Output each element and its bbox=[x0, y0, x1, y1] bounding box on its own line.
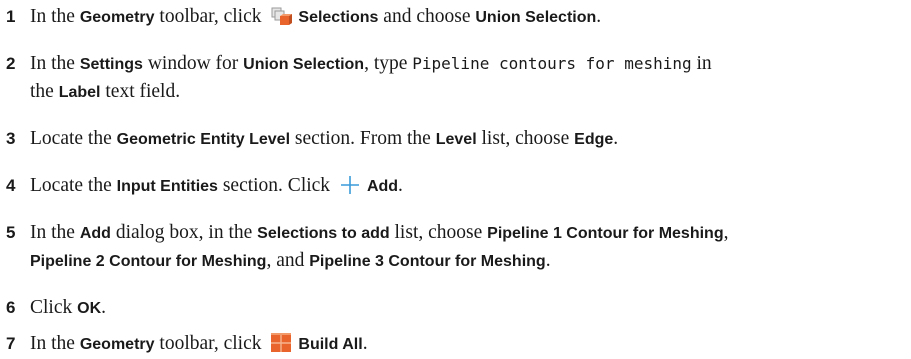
ui-term: Geometric Entity Level bbox=[116, 131, 291, 148]
ui-term: Label bbox=[58, 84, 101, 101]
step-text: In the Geometry toolbar, click Selection… bbox=[30, 6, 601, 32]
step-number: 5 bbox=[6, 223, 16, 242]
step-text: Locate the Geometric Entity Level sectio… bbox=[30, 128, 619, 149]
step-text: In the Settings window for Union Selecti… bbox=[30, 53, 712, 74]
ui-term: Selections bbox=[298, 9, 379, 26]
ui-term: Pipeline 2 Contour for Meshing bbox=[30, 253, 267, 270]
step-number: 1 bbox=[6, 7, 16, 26]
step-number: 4 bbox=[6, 176, 16, 195]
ui-term: Add bbox=[79, 225, 111, 242]
step-text: Locate the Input Entities section. Click… bbox=[30, 175, 403, 201]
step-number: 3 bbox=[6, 129, 16, 148]
typed-text: Pipeline contours for meshing bbox=[412, 54, 692, 73]
ui-term: Geometry bbox=[79, 9, 155, 26]
ui-term: Geometry bbox=[79, 336, 155, 353]
instruction-steps: 1 In the Geometry toolbar, click Selecti… bbox=[0, 0, 911, 358]
step-text: In the Geometry toolbar, click Build All… bbox=[30, 333, 368, 359]
ui-term: Union Selection bbox=[475, 9, 597, 26]
ui-term: Add bbox=[366, 178, 399, 195]
step-text: the Label text field. bbox=[30, 81, 181, 102]
build-all-icon bbox=[270, 333, 292, 359]
ui-term: Build All bbox=[298, 336, 363, 353]
ui-term: Settings bbox=[79, 56, 143, 73]
ui-term: Input Entities bbox=[116, 178, 218, 195]
step-number: 7 bbox=[6, 334, 16, 353]
step-text: In the Add dialog box, in the Selections… bbox=[30, 222, 729, 243]
ui-term: Edge bbox=[574, 131, 614, 148]
ui-term: Pipeline 1 Contour for Meshing bbox=[487, 225, 724, 242]
ui-term: Selections to add bbox=[257, 225, 390, 242]
selections-icon bbox=[270, 6, 293, 32]
ui-term: OK bbox=[77, 300, 102, 317]
step-number: 6 bbox=[6, 298, 16, 317]
ui-term: Pipeline 3 Contour for Meshing bbox=[309, 253, 546, 270]
step-number: 2 bbox=[6, 54, 16, 73]
ui-term: Union Selection bbox=[243, 56, 365, 73]
ui-term: Level bbox=[435, 131, 477, 148]
step-text: Pipeline 2 Contour for Meshing, and Pipe… bbox=[30, 250, 551, 271]
step-text: Click OK. bbox=[30, 297, 106, 318]
add-plus-icon bbox=[339, 175, 361, 201]
